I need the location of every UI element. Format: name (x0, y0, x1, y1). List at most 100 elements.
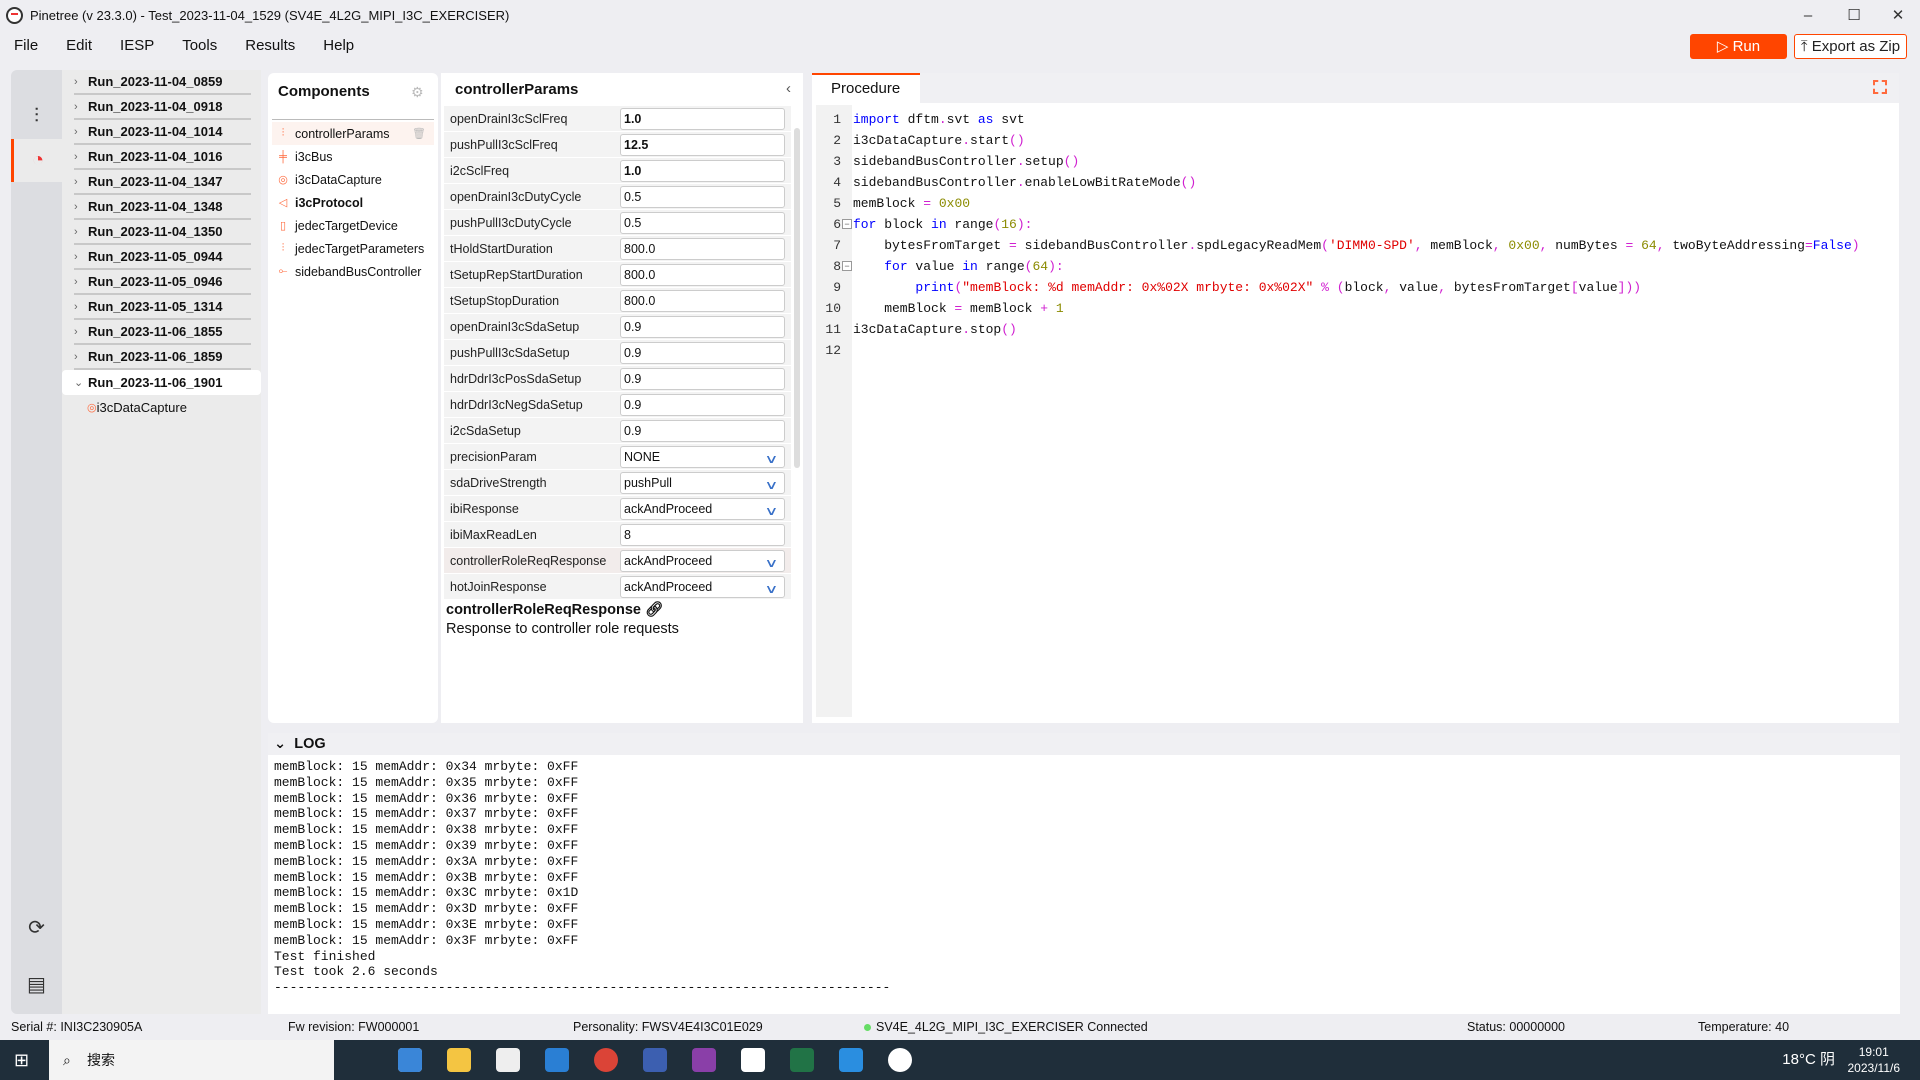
excel-icon[interactable] (790, 1048, 814, 1072)
link-icon[interactable]: 🔗︎ (645, 602, 663, 618)
menu-results[interactable]: Results (231, 32, 309, 60)
chrome-icon[interactable] (594, 1048, 618, 1072)
menu-tools[interactable]: Tools (168, 32, 231, 60)
param-input[interactable]: 1.0 (620, 107, 785, 130)
refresh-icon[interactable]: ⟳ (11, 906, 62, 949)
pinetree-taskbar-icon[interactable] (888, 1048, 912, 1072)
param-input[interactable]: 800.0 (620, 237, 785, 260)
chevron-down-icon[interactable]: ⌄ (74, 376, 88, 389)
word-icon[interactable] (643, 1048, 667, 1072)
chevron-right-icon[interactable]: › (74, 351, 88, 363)
run-child-item[interactable]: ◎ i3cDataCapture (62, 395, 261, 419)
tab-procedure[interactable]: Procedure (812, 73, 920, 103)
run-item[interactable]: › Run_2023-11-04_0918 (74, 95, 251, 120)
param-input[interactable]: 0.9 (620, 367, 785, 390)
run-item[interactable]: › Run_2023-11-05_0944 (74, 245, 251, 270)
component-item[interactable]: ▯ jedecTargetDevice (272, 214, 434, 237)
component-item[interactable]: ⫶ jedecTargetParameters (272, 237, 434, 260)
code-line[interactable]: memBlock = 0x00 (853, 193, 970, 214)
param-input[interactable]: 12.5 (620, 133, 785, 156)
code-line[interactable]: i3cDataCapture.stop() (853, 319, 1017, 340)
component-item[interactable]: ◁ i3cProtocol (272, 191, 434, 214)
component-item[interactable]: ⫶ controllerParams 🗑︎ (272, 122, 434, 145)
run-item[interactable]: › Run_2023-11-05_0946 (74, 270, 251, 295)
run-item[interactable]: › Run_2023-11-06_1859 (74, 345, 251, 370)
sliders-icon[interactable]: ⫶ (11, 95, 62, 138)
param-input[interactable]: 0.9 (620, 315, 785, 338)
param-input[interactable]: 8 (620, 523, 785, 546)
param-input[interactable]: 0.9 (620, 341, 785, 364)
chevron-down-icon[interactable]: ∨ (765, 501, 779, 521)
param-input[interactable]: 800.0 (620, 263, 785, 286)
menu-iesp[interactable]: IESP (106, 32, 168, 60)
trash-icon[interactable]: 🗑︎ (412, 127, 426, 140)
menu-help[interactable]: Help (309, 32, 368, 60)
chevron-right-icon[interactable]: › (74, 176, 88, 188)
param-input[interactable]: 0.9 (620, 393, 785, 416)
edge-icon[interactable] (398, 1048, 422, 1072)
store-icon[interactable] (496, 1048, 520, 1072)
menu-file[interactable]: File (0, 32, 52, 60)
chevron-left-icon[interactable]: ‹ (786, 80, 791, 97)
chevron-down-icon[interactable]: ∨ (765, 553, 779, 573)
chevron-right-icon[interactable]: › (74, 76, 88, 88)
param-input[interactable]: 800.0 (620, 289, 785, 312)
export-zip-button[interactable]: ⤒ Export as Zip (1794, 34, 1907, 59)
param-input[interactable]: 0.9 (620, 419, 785, 442)
chevron-right-icon[interactable]: › (74, 101, 88, 113)
run-item[interactable]: › Run_2023-11-04_1347 (74, 170, 251, 195)
fullscreen-icon[interactable] (1873, 80, 1887, 94)
chevron-right-icon[interactable]: › (74, 151, 88, 163)
chevron-down-icon[interactable]: ∨ (765, 475, 779, 495)
code-line[interactable]: for block in range(16): (853, 214, 1032, 235)
run-item[interactable]: ⌄ Run_2023-11-06_1901 (62, 370, 261, 395)
chevron-down-icon[interactable]: ∨ (765, 579, 779, 599)
run-item[interactable]: › Run_2023-11-04_1014 (74, 120, 251, 145)
close-button[interactable]: ✕ (1878, 4, 1918, 28)
param-dropdown[interactable]: ackAndProceed ∨ (620, 575, 785, 599)
chevron-right-icon[interactable]: › (74, 326, 88, 338)
run-item[interactable]: › Run_2023-11-04_0859 (74, 70, 251, 95)
run-item[interactable]: › Run_2023-11-04_1350 (74, 220, 251, 245)
chevron-down-icon[interactable]: ⌄ (274, 736, 286, 752)
menu-edit[interactable]: Edit (52, 32, 106, 60)
chevron-right-icon[interactable]: › (74, 251, 88, 263)
param-dropdown[interactable]: NONE ∨ (620, 445, 785, 469)
document-icon[interactable]: ▤ (11, 963, 62, 1006)
code-line[interactable]: memBlock = memBlock + 1 (853, 298, 1063, 319)
mail-icon[interactable] (545, 1048, 569, 1072)
minimize-button[interactable]: – (1788, 4, 1828, 28)
code-line[interactable]: print("memBlock: %d memAddr: 0x%02X mrby… (853, 277, 1641, 298)
chevron-down-icon[interactable]: ∨ (765, 449, 779, 469)
code-line[interactable]: import dftm.svt as svt (853, 109, 1025, 130)
file-explorer-icon[interactable] (447, 1048, 471, 1072)
run-button[interactable]: ▷ Run (1690, 34, 1787, 59)
fold-toggle-icon[interactable]: − (842, 261, 852, 271)
maximize-button[interactable]: ☐ (1834, 4, 1874, 28)
app-icon[interactable] (741, 1048, 765, 1072)
param-input[interactable]: 0.5 (620, 211, 785, 234)
param-dropdown[interactable]: ackAndProceed ∨ (620, 549, 785, 573)
code-line[interactable]: sidebandBusController.enableLowBitRateMo… (853, 172, 1196, 193)
run-item[interactable]: › Run_2023-11-06_1855 (74, 320, 251, 345)
param-input[interactable]: 1.0 (620, 159, 785, 182)
code-line[interactable]: sidebandBusController.setup() (853, 151, 1079, 172)
vscode-icon[interactable] (839, 1048, 863, 1072)
taskbar-search[interactable]: ⌕ 搜索 (49, 1040, 334, 1080)
component-item[interactable]: ◎ i3cDataCapture (272, 168, 434, 191)
chevron-right-icon[interactable]: › (74, 226, 88, 238)
windows-start-icon[interactable]: ⊞ (14, 1050, 29, 1071)
scrollbar[interactable] (794, 128, 800, 468)
gear-icon[interactable]: ⚙ (411, 84, 424, 101)
component-item[interactable]: ╪ i3cBus (272, 145, 434, 168)
onenote-icon[interactable] (692, 1048, 716, 1072)
component-item[interactable]: ⟜ sidebandBusController (272, 260, 434, 283)
run-item[interactable]: › Run_2023-11-04_1348 (74, 195, 251, 220)
fold-toggle-icon[interactable]: − (842, 219, 852, 229)
param-dropdown[interactable]: ackAndProceed ∨ (620, 497, 785, 521)
param-dropdown[interactable]: pushPull ∨ (620, 471, 785, 495)
chevron-right-icon[interactable]: › (74, 126, 88, 138)
chevron-right-icon[interactable]: › (74, 276, 88, 288)
chevron-right-icon[interactable]: › (74, 201, 88, 213)
code-line[interactable]: i3cDataCapture.start() (853, 130, 1025, 151)
